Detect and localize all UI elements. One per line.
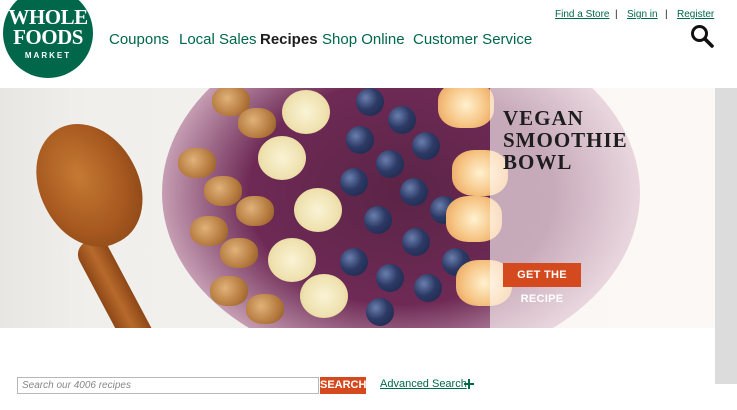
logo-line-3: MARKET [24,51,72,60]
page-edge [715,88,737,384]
sign-in-link[interactable]: Sign in [627,9,658,20]
wooden-spoon-handle [73,233,167,328]
blueberry [402,228,430,256]
nav-local-sales[interactable]: Local Sales [179,31,257,49]
blueberry [414,274,442,302]
walnut [178,148,216,178]
banana-slice [258,136,306,180]
advanced-search-link[interactable]: Advanced Search [380,378,467,390]
walnut [238,108,276,138]
nav-recipes[interactable]: Recipes [260,31,318,49]
hero-title: VEGAN SMOOTHIE BOWL [503,107,703,173]
hero-banner[interactable]: VEGAN SMOOTHIE BOWL GET THE RECIPE [0,88,715,328]
recipe-search-input[interactable] [17,377,319,394]
nav-shop-online[interactable]: Shop Online [322,31,405,49]
nav-customer-service[interactable]: Customer Service [413,31,532,49]
site-header: WHOLE FOODS MARKET Coupons Local Sales R… [0,0,737,88]
wooden-spoon [15,105,163,265]
find-a-store-link[interactable]: Find a Store [555,9,609,20]
search-icon[interactable] [690,24,714,48]
blueberry [364,206,392,234]
utility-separator: | [665,9,668,20]
walnut [220,238,258,268]
blueberry [356,88,384,116]
banana-slice [300,274,348,318]
walnut [246,294,284,324]
whole-foods-logo[interactable]: WHOLE FOODS MARKET [3,0,93,78]
blueberry [376,264,404,292]
hero-title-line: BOWL [503,150,573,174]
hero-title-line: VEGAN [503,106,584,130]
logo-line-2: FOODS [13,25,83,49]
get-the-recipe-button[interactable]: GET THE RECIPE [503,263,581,305]
hero-title-line: SMOOTHIE [503,128,628,152]
blueberry [346,126,374,154]
register-link[interactable]: Register [677,9,714,20]
blueberry [340,168,368,196]
banana-slice [268,238,316,282]
search-button[interactable]: SEARCH [320,377,366,394]
blueberry [376,150,404,178]
walnut [210,276,248,306]
blueberry [388,106,416,134]
citrus-segment [438,88,494,128]
recipe-search-bar [0,328,715,410]
banana-slice [282,90,330,134]
blueberry [366,298,394,326]
walnut [190,216,228,246]
blueberry [412,132,440,160]
nav-coupons[interactable]: Coupons [109,31,169,49]
banana-slice [294,188,342,232]
utility-separator: | [615,9,618,20]
walnut [236,196,274,226]
blueberry [340,248,368,276]
walnut [204,176,242,206]
plus-icon[interactable] [463,378,475,390]
blueberry [400,178,428,206]
